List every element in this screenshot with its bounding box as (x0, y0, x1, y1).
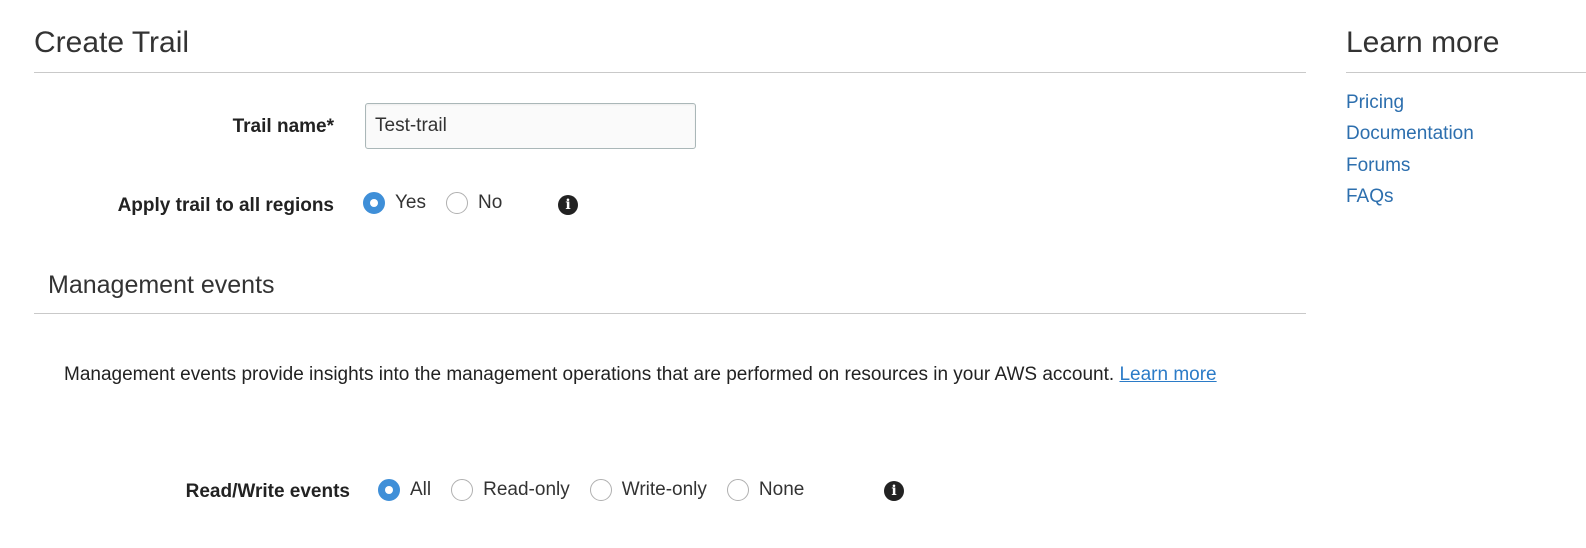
management-events-divider (34, 313, 1306, 314)
apply-regions-option-label: Yes (395, 192, 426, 213)
radio-unchecked-icon[interactable] (726, 479, 749, 501)
description-text: Management events provide insights into … (64, 364, 1115, 385)
sidebar-title: Learn more (1346, 26, 1500, 59)
read-write-option-all[interactable]: All (378, 479, 431, 501)
sidebar-divider (1346, 72, 1586, 73)
radio-unchecked-icon[interactable] (446, 192, 468, 214)
info-icon[interactable]: i (558, 195, 578, 215)
apply-regions-option-label: No (478, 192, 503, 213)
page-title: Create Trail (34, 26, 190, 59)
management-events-heading: Management events (48, 271, 275, 299)
trail-name-label: Trail name* (232, 116, 334, 137)
sidebar-link-pricing[interactable]: Pricing (1346, 92, 1404, 114)
radio-checked-icon[interactable] (363, 192, 385, 214)
sidebar-link-documentation[interactable]: Documentation (1346, 123, 1474, 145)
title-divider (34, 72, 1306, 73)
read-write-option-label: All (410, 479, 432, 500)
sidebar-link-faqs[interactable]: FAQs (1346, 186, 1394, 208)
info-icon[interactable]: i (884, 481, 904, 501)
learn-more-link[interactable]: Learn more (1119, 364, 1216, 385)
read-write-option-label: Write-only (621, 479, 707, 500)
create-trail-page: Create Trail Trail name* Apply trail to … (0, 0, 1586, 548)
read-write-option-read-only[interactable]: Read-only (451, 479, 570, 501)
apply-regions-option-yes[interactable]: Yes (363, 192, 426, 214)
apply-regions-option-no[interactable]: No (446, 192, 502, 214)
read-write-radio-group: All Read-only Write-only None (378, 479, 824, 501)
read-write-events-label: Read/Write events (185, 481, 350, 502)
read-write-option-none[interactable]: None (726, 479, 805, 501)
read-write-option-label: None (758, 479, 805, 500)
management-events-description: Management events provide insights into … (64, 359, 1314, 391)
read-write-option-label: Read-only (483, 479, 570, 500)
read-write-option-write-only[interactable]: Write-only (589, 479, 707, 501)
radio-unchecked-icon[interactable] (451, 479, 474, 501)
radio-unchecked-icon[interactable] (589, 479, 612, 501)
apply-regions-radio-group: Yes No (363, 192, 522, 214)
radio-checked-icon[interactable] (378, 479, 400, 501)
apply-regions-label: Apply trail to all regions (117, 195, 334, 216)
trail-name-input[interactable] (365, 103, 696, 149)
sidebar-link-forums[interactable]: Forums (1346, 155, 1410, 177)
